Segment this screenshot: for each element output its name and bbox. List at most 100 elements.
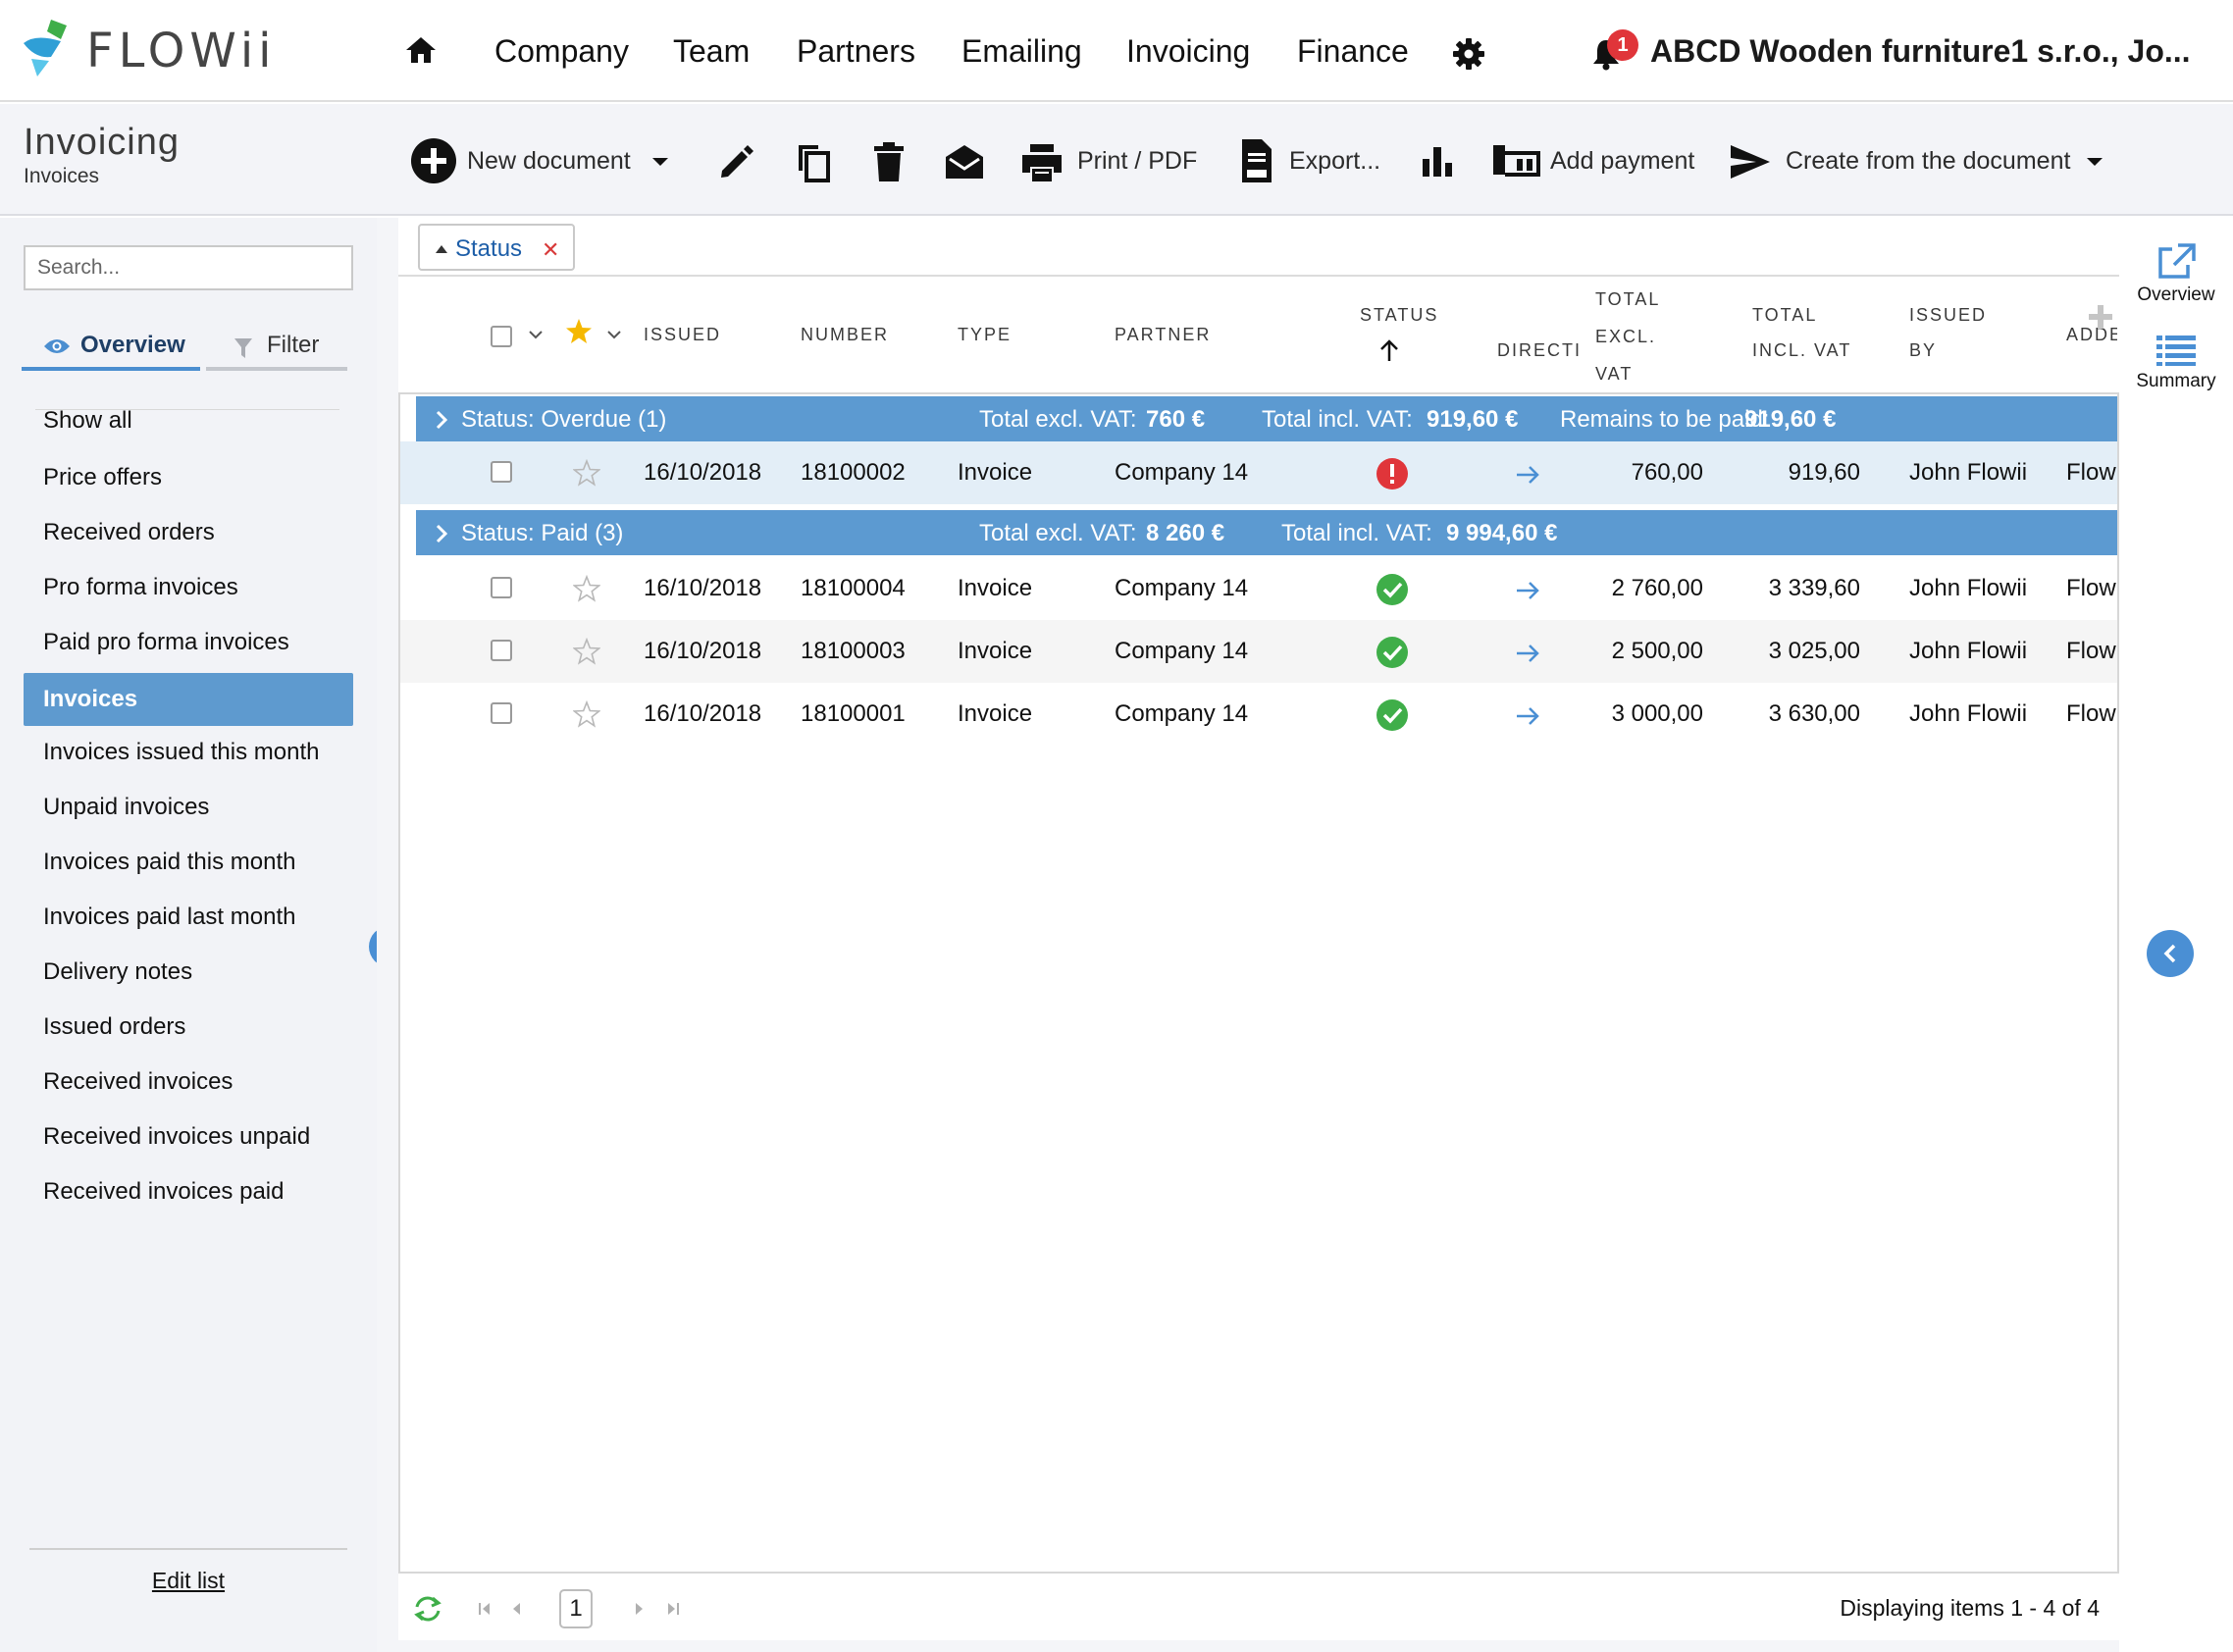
favorite-star-outline-icon[interactable] (573, 700, 600, 728)
email-envelope-icon[interactable] (944, 143, 985, 181)
column-header-issued-by-line2[interactable]: BY (1909, 332, 1937, 369)
overview-panel-button[interactable]: Overview (2119, 241, 2233, 306)
favorite-star-outline-icon[interactable] (573, 638, 600, 665)
sidebar-item-invoices-paid-last-month[interactable]: Invoices paid last month (24, 891, 353, 944)
edit-pencil-icon[interactable] (718, 143, 755, 181)
refresh-icon[interactable] (412, 1595, 443, 1623)
row-checkbox[interactable] (491, 640, 512, 661)
column-header-total-incl-vat-line1[interactable]: TOTAL (1752, 296, 1817, 334)
table-row[interactable]: 16/10/2018 18100003 Invoice Company 14 2… (400, 620, 2117, 683)
create-from-dropdown-caret-icon[interactable] (2086, 157, 2103, 167)
edit-list-link[interactable]: Edit list (0, 1568, 377, 1594)
add-column-plus-icon[interactable] (2088, 304, 2113, 330)
row-checkbox[interactable] (491, 577, 512, 598)
favorite-star-outline-icon[interactable] (573, 459, 600, 487)
sidebar-item-unpaid-invoices[interactable]: Unpaid invoices (24, 781, 353, 834)
nav-emailing[interactable]: Emailing (961, 33, 1082, 70)
chevron-left-icon (2163, 944, 2176, 963)
row-checkbox[interactable] (491, 461, 512, 483)
sidebar-item-invoices-paid-this-month[interactable]: Invoices paid this month (24, 836, 353, 889)
previous-page-icon[interactable] (510, 1601, 522, 1617)
delete-trash-icon[interactable] (873, 141, 905, 182)
table-row[interactable]: 16/10/2018 18100001 Invoice Company 14 3… (400, 683, 2117, 746)
notification-badge: 1 (1607, 29, 1638, 61)
cell-total-excl-vat: 3 000,00 (1611, 700, 1703, 727)
copy-icon[interactable] (795, 141, 830, 182)
column-header-total-incl-vat-line2[interactable]: INCL. VAT (1752, 332, 1851, 369)
column-header-total-excl-vat-line2[interactable]: EXCL. (1595, 318, 1656, 355)
column-header-type[interactable]: TYPE (958, 316, 1012, 353)
statistics-bar-chart-icon[interactable] (1421, 145, 1454, 179)
nav-invoicing[interactable]: Invoicing (1126, 33, 1250, 70)
print-pdf-button[interactable]: Print / PDF (1077, 147, 1197, 176)
column-header-total-excl-vat-line3[interactable]: VAT (1595, 355, 1633, 392)
collapse-right-panel-button[interactable] (2147, 930, 2194, 977)
sidebar-item-invoices[interactable]: Invoices (24, 673, 353, 726)
first-page-icon[interactable] (477, 1601, 493, 1617)
new-document-button[interactable]: New document (467, 147, 631, 176)
column-header-number[interactable]: NUMBER (801, 316, 889, 353)
column-header-issued-by-line1[interactable]: ISSUED (1909, 296, 1987, 334)
grid-body: Status: Overdue (1) Total excl. VAT: 760… (398, 392, 2119, 1574)
top-navigation-bar: FLOWii Company Team Partners Emailing In… (0, 0, 2233, 102)
column-header-status[interactable]: STATUS (1360, 296, 1438, 334)
sidebar-item-received-orders[interactable]: Received orders (24, 506, 353, 559)
next-page-icon[interactable] (634, 1601, 646, 1617)
sidebar-item-delivery-notes[interactable]: Delivery notes (24, 946, 353, 999)
favorite-star-filled-icon[interactable] (565, 318, 593, 345)
page-number-input[interactable]: 1 (559, 1589, 593, 1628)
search-input[interactable] (24, 245, 353, 290)
flowii-logo[interactable]: FLOWii (22, 14, 336, 82)
create-from-document-button[interactable]: Create from the document (1786, 147, 2070, 176)
sidebar-item-invoices-issued-this-month[interactable]: Invoices issued this month (24, 726, 353, 779)
table-row[interactable]: 16/10/2018 18100002 Invoice Company 14 7… (400, 441, 2117, 504)
sidebar-item-price-offers[interactable]: Price offers (24, 451, 353, 504)
nav-company[interactable]: Company (494, 33, 629, 70)
row-checkbox[interactable] (491, 702, 512, 724)
sidebar-item-pro-forma-invoices[interactable]: Pro forma invoices (24, 561, 353, 614)
export-button[interactable]: Export... (1289, 147, 1380, 176)
column-header-partner[interactable]: PARTNER (1115, 316, 1211, 353)
cell-total-incl-vat: 3 630,00 (1768, 700, 1860, 727)
cell-total-excl-vat: 2 500,00 (1611, 638, 1703, 664)
group-header-paid[interactable]: Status: Paid (3) Total excl. VAT: 8 260 … (416, 510, 2117, 555)
summary-panel-button[interactable]: Summary (2119, 334, 2233, 392)
nav-finance[interactable]: Finance (1297, 33, 1409, 70)
add-payment-button[interactable]: Add payment (1550, 147, 1694, 176)
outgoing-arrow-icon (1517, 707, 1539, 725)
new-document-dropdown-caret-icon[interactable] (651, 157, 669, 167)
new-document-plus-icon[interactable] (410, 137, 457, 184)
tab-filter[interactable]: Filter (206, 326, 347, 371)
select-all-checkbox[interactable] (491, 326, 512, 347)
favorite-star-outline-icon[interactable] (573, 575, 600, 602)
select-dropdown-chevron-icon[interactable] (528, 330, 544, 339)
tab-overview[interactable]: Overview (22, 326, 200, 371)
gear-icon[interactable] (1452, 37, 1485, 71)
column-header-issued[interactable]: ISSUED (644, 316, 721, 353)
table-row[interactable]: 16/10/2018 18100004 Invoice Company 14 2… (400, 557, 2117, 620)
send-paper-plane-icon[interactable] (1729, 143, 1772, 181)
nav-partners[interactable]: Partners (797, 33, 915, 70)
sidebar-item-received-invoices-paid[interactable]: Received invoices paid (24, 1165, 353, 1218)
remove-group-icon[interactable]: ✕ (542, 237, 559, 263)
sidebar-item-show-all[interactable]: Show all (24, 394, 353, 447)
sidebar-item-paid-pro-forma-invoices[interactable]: Paid pro forma invoices (24, 616, 353, 669)
nav-team[interactable]: Team (673, 33, 750, 70)
column-header-direction[interactable]: DIRECTIC (1497, 332, 1582, 369)
group-header-overdue[interactable]: Status: Overdue (1) Total excl. VAT: 760… (416, 396, 2117, 441)
column-header-total-excl-vat-line1[interactable]: TOTAL (1595, 281, 1660, 318)
print-icon[interactable] (1020, 143, 1064, 182)
group-by-status-chip[interactable]: Status ✕ (418, 224, 575, 271)
favorite-dropdown-chevron-icon[interactable] (606, 330, 622, 339)
sidebar-item-issued-orders[interactable]: Issued orders (24, 1001, 353, 1054)
sidebar-item-received-invoices[interactable]: Received invoices (24, 1056, 353, 1109)
sidebar-item-received-invoices-unpaid[interactable]: Received invoices unpaid (24, 1110, 353, 1163)
filter-funnel-icon (234, 338, 252, 358)
export-xls-file-icon[interactable] (1240, 137, 1273, 184)
home-icon[interactable] (404, 35, 438, 65)
sidebar-divider (35, 409, 339, 410)
cell-issued: 16/10/2018 (644, 575, 762, 601)
last-page-icon[interactable] (665, 1601, 681, 1617)
company-switcher[interactable]: ABCD Wooden furniture1 s.r.o., Jo... (1650, 33, 2191, 70)
add-payment-icon[interactable] (1491, 141, 1540, 179)
